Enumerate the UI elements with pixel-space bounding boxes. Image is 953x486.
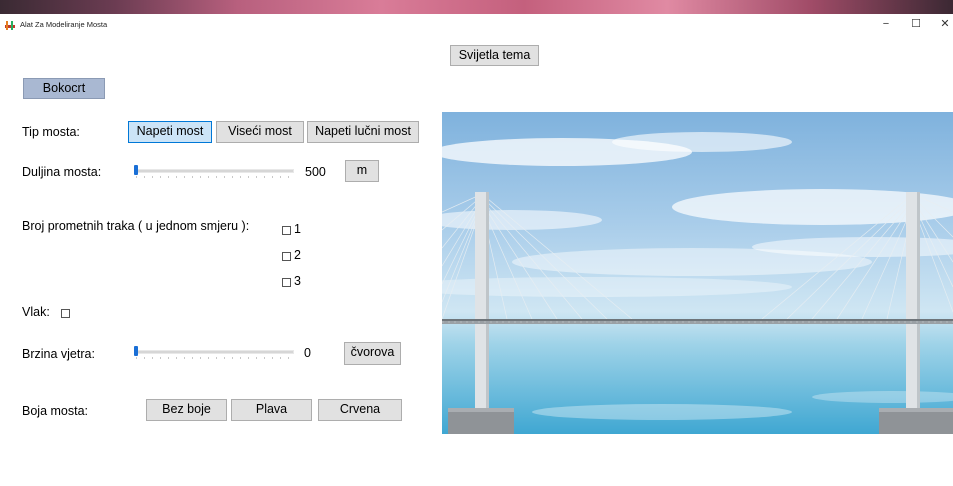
color-none-button[interactable]: Bez boje xyxy=(146,399,227,421)
length-unit-button[interactable]: m xyxy=(345,160,379,182)
color-red-button[interactable]: Crvena xyxy=(318,399,402,421)
bridge-type-label: Tip mosta: xyxy=(22,125,80,139)
bridge-preview-image xyxy=(442,112,953,434)
maximize-button[interactable]: ☐ xyxy=(906,16,926,32)
minimize-button[interactable]: − xyxy=(876,16,896,32)
lane-1-label: 1 xyxy=(294,222,301,236)
length-value: 500 xyxy=(305,165,326,179)
title-bar xyxy=(0,14,953,36)
lane-3-label: 3 xyxy=(294,274,301,288)
side-view-button[interactable]: Bokocrt xyxy=(23,78,105,99)
window-title: Alat Za Modeliranje Mosta xyxy=(20,20,108,29)
bridge-type-cable-stayed-button[interactable]: Napeti most xyxy=(128,121,212,143)
train-label: Vlak: xyxy=(22,305,50,319)
theme-toggle-button[interactable]: Svijetla tema xyxy=(450,45,539,66)
length-label: Duljina mosta: xyxy=(22,165,102,179)
wind-unit-button[interactable]: čvorova xyxy=(344,342,401,365)
desktop-background-strip xyxy=(0,0,953,14)
lane-2-checkbox[interactable] xyxy=(282,252,291,261)
length-slider-thumb[interactable] xyxy=(134,165,138,175)
lane-2-label: 2 xyxy=(294,248,301,262)
wind-label: Brzina vjetra: xyxy=(22,347,95,361)
length-slider-track[interactable] xyxy=(134,169,294,173)
wind-slider-thumb[interactable] xyxy=(134,346,138,356)
app-icon xyxy=(5,21,15,30)
bridge-preview xyxy=(442,112,953,434)
bridge-type-arch-button[interactable]: Napeti lučni most xyxy=(307,121,419,143)
wind-slider-ticks xyxy=(136,357,292,359)
lanes-label: Broj prometnih traka ( u jednom smjeru )… xyxy=(22,219,250,233)
wind-value: 0 xyxy=(304,346,311,360)
close-button[interactable]: ✕ xyxy=(935,16,953,32)
lane-1-checkbox[interactable] xyxy=(282,226,291,235)
bridge-type-suspension-button[interactable]: Viseći most xyxy=(216,121,304,143)
wind-slider-track[interactable] xyxy=(134,350,294,354)
lane-3-checkbox[interactable] xyxy=(282,278,291,287)
train-checkbox[interactable] xyxy=(61,309,70,318)
color-label: Boja mosta: xyxy=(22,404,89,418)
length-slider-ticks xyxy=(136,176,292,178)
color-blue-button[interactable]: Plava xyxy=(231,399,312,421)
